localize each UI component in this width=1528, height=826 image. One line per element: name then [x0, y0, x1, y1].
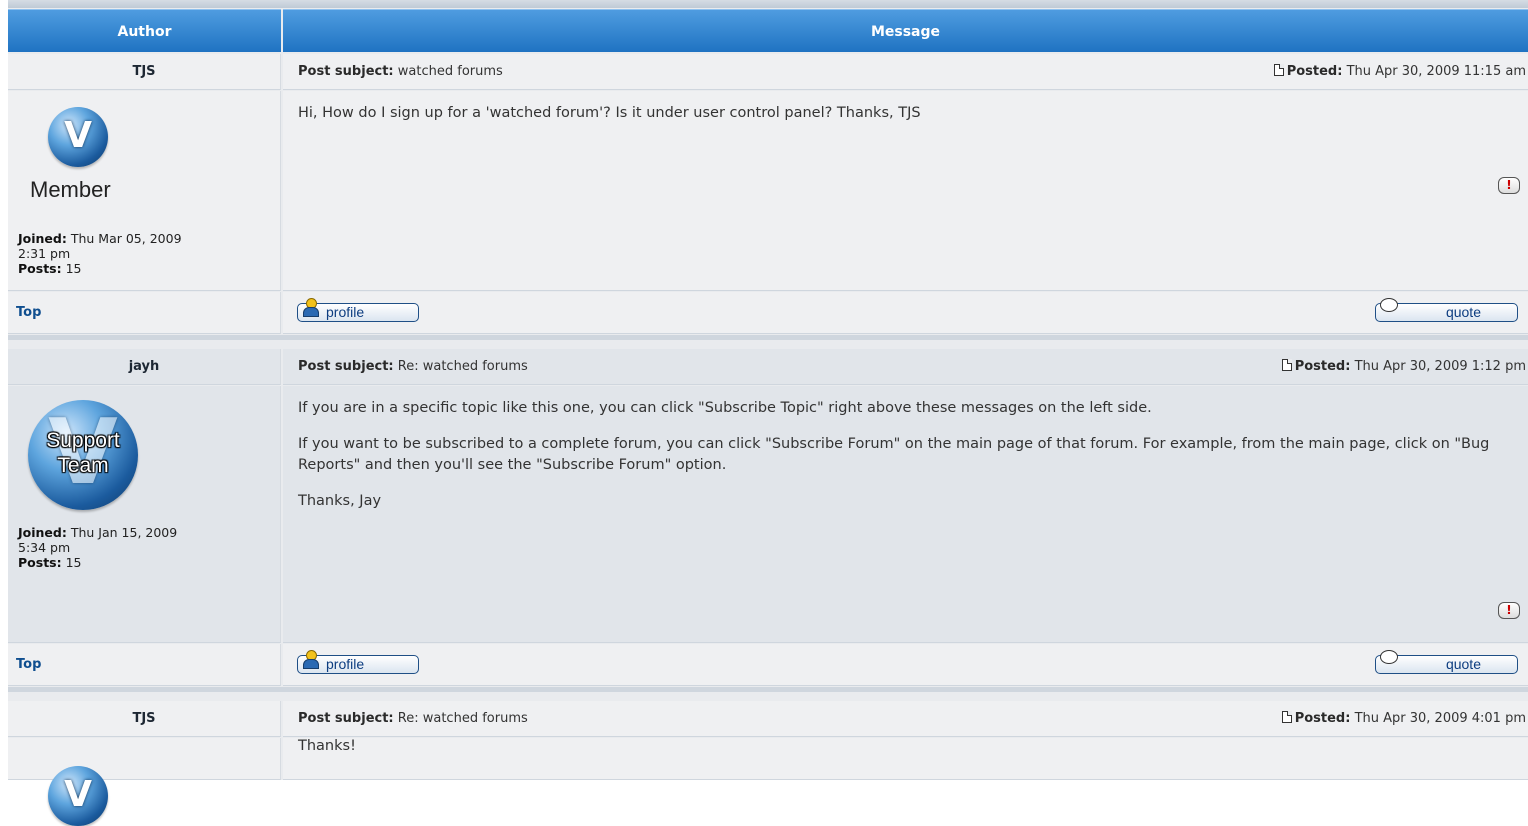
post-message: Hi, How do I sign up for a 'watched foru…: [298, 105, 921, 121]
post-message: If you are in a specific topic like this…: [298, 400, 1490, 509]
post-date: Posted: Thu Apr 30, 2009 1:12 pm: [1281, 349, 1526, 385]
post-subject: Post subject: watched forums: [298, 64, 503, 79]
table-header: Author Message: [8, 9, 1528, 52]
message-column-header: Message: [283, 9, 1528, 52]
post-separator: [8, 687, 1528, 692]
avatar: V Support Team: [28, 400, 138, 510]
post-date: Posted: Thu Apr 30, 2009 4:01 pm: [1281, 701, 1526, 737]
post-separator: [8, 335, 1528, 340]
post-footer-row: Top profile quote: [8, 644, 1528, 686]
post-body-row: V Member Joined: Thu Mar 05, 2009 2:31 p…: [8, 91, 1528, 291]
post-header-row: TJS Post subject: watched forums Posted:…: [8, 54, 1528, 90]
post-icon[interactable]: [1273, 64, 1284, 76]
avatar: V: [48, 766, 108, 826]
post-body-row: V Support Team Joined: Thu Jan 15, 2009 5…: [8, 386, 1528, 643]
post-author-name[interactable]: TJS: [8, 54, 280, 90]
post-icon[interactable]: [1281, 359, 1292, 371]
post-subject: Post subject: Re: watched forums: [298, 359, 528, 374]
post-author-name[interactable]: TJS: [8, 701, 280, 737]
user-info: Joined: Thu Jan 15, 2009 5:34 pm Posts: …: [18, 525, 178, 570]
profile-button[interactable]: profile: [297, 298, 419, 322]
post-icon[interactable]: [1281, 711, 1292, 723]
post-author-name[interactable]: jayh: [8, 349, 280, 385]
post-body-row: V Thanks!: [8, 738, 1528, 826]
post-header-row: jayh Post subject: Re: watched forums Po…: [8, 349, 1528, 385]
profile-button[interactable]: profile: [297, 650, 419, 674]
avatar: V: [48, 107, 108, 167]
top-strip: [8, 0, 1528, 8]
report-button[interactable]: !: [1498, 177, 1520, 194]
top-link[interactable]: Top: [16, 644, 41, 686]
post-date: Posted: Thu Apr 30, 2009 11:15 am: [1273, 54, 1526, 90]
post-message: Thanks!: [298, 738, 356, 754]
post-footer-row: Top profile quote: [8, 292, 1528, 334]
post-subject: Post subject: Re: watched forums: [298, 711, 528, 726]
user-icon: [302, 298, 319, 317]
user-info: Joined: Thu Mar 05, 2009 2:31 pm Posts: …: [18, 231, 182, 276]
quote-button[interactable]: quote: [1375, 298, 1518, 322]
quote-button[interactable]: quote: [1375, 650, 1518, 674]
report-button[interactable]: !: [1498, 602, 1520, 619]
post-header-row: TJS Post subject: Re: watched forums Pos…: [8, 701, 1528, 737]
top-link[interactable]: Top: [16, 292, 41, 334]
speech-bubble-icon: [1380, 298, 1398, 312]
user-rank: Member: [30, 177, 111, 202]
user-icon: [302, 650, 319, 669]
speech-bubble-icon: [1380, 650, 1398, 664]
author-column-header: Author: [8, 9, 281, 52]
forum-topic-view: Author Message TJS Post subject: watched…: [8, 0, 1528, 826]
